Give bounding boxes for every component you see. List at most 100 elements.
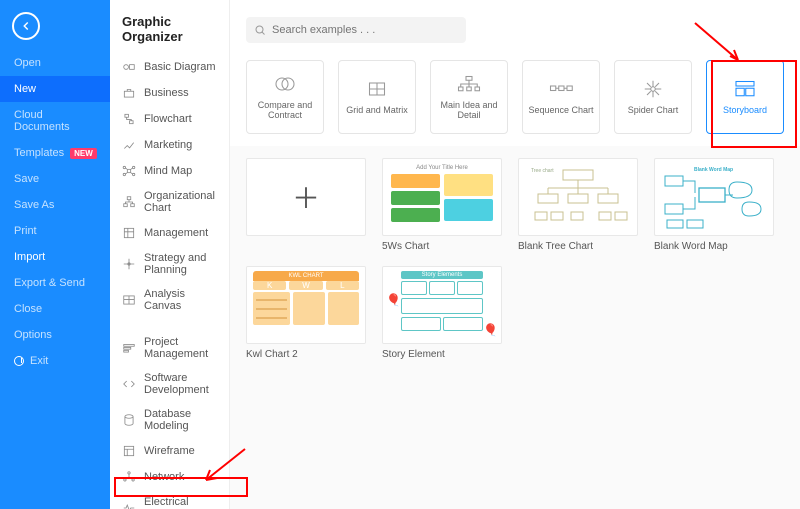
type-row: Compare and Contract Grid and Matrix Main … bbox=[230, 60, 800, 146]
category-label: Wireframe bbox=[144, 445, 195, 457]
type-label: Sequence Chart bbox=[528, 105, 593, 115]
sidebar-item-label: New bbox=[14, 83, 36, 95]
sidebar-item-label: Exit bbox=[30, 355, 48, 367]
category-label: Project Management bbox=[144, 336, 217, 360]
sidebar-item-save[interactable]: Save bbox=[0, 166, 110, 192]
template-card-story-element[interactable]: Story Elements🎈🎈 Story Element bbox=[382, 266, 502, 360]
sidebar-item-save-as[interactable]: Save As bbox=[0, 192, 110, 218]
sidebar-item-templates[interactable]: TemplatesNEW bbox=[0, 140, 110, 166]
template-card-kwl-chart-2[interactable]: KWL CHARTKWL Kwl Chart 2 bbox=[246, 266, 366, 360]
category-label: Database Modeling bbox=[144, 408, 217, 432]
flowchart-icon bbox=[122, 112, 136, 126]
category-item-business[interactable]: Business bbox=[110, 80, 229, 106]
sidebar-item-label: Export & Send bbox=[14, 277, 85, 289]
category-item-software-development[interactable]: Software Development bbox=[110, 366, 229, 402]
sidebar-item-label: Print bbox=[14, 225, 37, 237]
category-item-marketing[interactable]: Marketing bbox=[110, 132, 229, 158]
template-label: Blank Tree Chart bbox=[518, 241, 638, 252]
business-icon bbox=[122, 86, 136, 100]
template-card-new[interactable]: ＋ bbox=[246, 158, 366, 252]
file-sidebar: Open New Cloud Documents TemplatesNEWSaveSa… bbox=[0, 0, 110, 509]
sidebar-item-export-send[interactable]: Export & Send bbox=[0, 270, 110, 296]
category-label: Software Development bbox=[144, 372, 217, 396]
template-card-blank-word-map[interactable]: Blank Word Map Blank Word Map bbox=[654, 158, 774, 252]
sidebar-item-close[interactable]: Close bbox=[0, 296, 110, 322]
story-icon bbox=[733, 79, 757, 99]
template-card-blank-tree-chart[interactable]: Tree chartBlank Tree Chart bbox=[518, 158, 638, 252]
category-item-strategy-and-planning[interactable]: Strategy and Planning bbox=[110, 246, 229, 282]
org-icon bbox=[122, 195, 136, 209]
category-label: Management bbox=[144, 227, 208, 239]
template-thumb: ＋ bbox=[246, 158, 366, 236]
new-badge: NEW bbox=[70, 148, 97, 159]
main-icon bbox=[457, 74, 481, 94]
db-icon bbox=[122, 413, 136, 427]
category-item-management[interactable]: Management bbox=[110, 220, 229, 246]
type-card-main-idea-and-detail[interactable]: Main Idea and Detail bbox=[430, 60, 508, 134]
category-item-analysis-canvas[interactable]: Analysis Canvas bbox=[110, 282, 229, 318]
category-column: Graphic Organizer Basic Diagram Business F… bbox=[110, 0, 230, 509]
sidebar-item-label: Open bbox=[14, 57, 41, 69]
category-label: Strategy and Planning bbox=[144, 252, 217, 276]
sidebar-item-new[interactable]: New bbox=[0, 76, 110, 102]
category-label: Basic Diagram bbox=[144, 61, 216, 73]
type-label: Compare and Contract bbox=[249, 100, 321, 120]
sidebar-item-cloud-documents[interactable]: Cloud Documents bbox=[0, 102, 110, 140]
template-label: Blank Word Map bbox=[654, 241, 774, 252]
template-thumb: KWL CHARTKWL bbox=[246, 266, 366, 344]
sidebar-item-label: Import bbox=[14, 251, 45, 263]
spider-icon bbox=[641, 79, 665, 99]
type-card-compare-and-contract[interactable]: Compare and Contract bbox=[246, 60, 324, 134]
search-input[interactable] bbox=[272, 24, 458, 36]
back-button[interactable] bbox=[12, 12, 40, 40]
category-item-organizational-chart[interactable]: Organizational Chart bbox=[110, 184, 229, 220]
swdev-icon bbox=[122, 377, 136, 391]
category-item-electrical-engineering[interactable]: Electrical Engineering bbox=[110, 490, 229, 509]
sidebar-item-label: Cloud Documents bbox=[14, 109, 96, 133]
marketing-icon bbox=[122, 138, 136, 152]
type-card-storyboard[interactable]: Storyboard bbox=[706, 60, 784, 134]
topbar bbox=[230, 0, 800, 60]
template-thumb: Blank Word Map bbox=[654, 158, 774, 236]
category-label: Electrical Engineering bbox=[144, 496, 217, 509]
category-label: Flowchart bbox=[144, 113, 192, 125]
template-thumb: Story Elements🎈🎈 bbox=[382, 266, 502, 344]
sidebar-item-import[interactable]: Import bbox=[0, 244, 110, 270]
category-label: Organizational Chart bbox=[144, 190, 217, 214]
type-label: Spider Chart bbox=[628, 105, 679, 115]
type-card-grid-and-matrix[interactable]: Grid and Matrix bbox=[338, 60, 416, 134]
sidebar-item-print[interactable]: Print bbox=[0, 218, 110, 244]
type-card-spider-chart[interactable]: Spider Chart bbox=[614, 60, 692, 134]
category-item-database-modeling[interactable]: Database Modeling bbox=[110, 402, 229, 438]
sidebar-item-label: Options bbox=[14, 329, 52, 341]
category-item-project-management[interactable]: Project Management bbox=[110, 330, 229, 366]
basic-icon bbox=[122, 60, 136, 74]
strategy-icon bbox=[122, 257, 136, 271]
sidebar-item-options[interactable]: Options bbox=[0, 322, 110, 348]
plus-icon: ＋ bbox=[292, 177, 320, 217]
sidebar-item-exit[interactable]: Exit bbox=[0, 348, 110, 374]
type-label: Grid and Matrix bbox=[346, 105, 408, 115]
pm-icon bbox=[122, 341, 136, 355]
venn-icon bbox=[273, 74, 297, 94]
template-card-5ws-chart[interactable]: Add Your Title Here5Ws Chart bbox=[382, 158, 502, 252]
category-item-mind-map[interactable]: Mind Map bbox=[110, 158, 229, 184]
exit-icon bbox=[14, 356, 24, 366]
category-label: Mind Map bbox=[144, 165, 192, 177]
ee-icon bbox=[122, 501, 136, 509]
sidebar-item-open[interactable]: Open bbox=[0, 50, 110, 76]
type-label: Storyboard bbox=[723, 105, 767, 115]
grid-icon bbox=[365, 79, 389, 99]
category-item-network[interactable]: Network bbox=[110, 464, 229, 490]
category-item-flowchart[interactable]: Flowchart bbox=[110, 106, 229, 132]
template-label: Story Element bbox=[382, 349, 502, 360]
net-icon bbox=[122, 470, 136, 484]
category-title: Graphic Organizer bbox=[110, 0, 229, 54]
main-panel: Wondershare EdrawMax Compare and Contrac… bbox=[230, 0, 800, 509]
search-input-wrap[interactable] bbox=[246, 17, 466, 43]
category-item-wireframe[interactable]: Wireframe bbox=[110, 438, 229, 464]
category-item-basic-diagram[interactable]: Basic Diagram bbox=[110, 54, 229, 80]
template-label: Kwl Chart 2 bbox=[246, 349, 366, 360]
svg-text:Blank Word Map: Blank Word Map bbox=[694, 167, 733, 173]
type-card-sequence-chart[interactable]: Sequence Chart bbox=[522, 60, 600, 134]
